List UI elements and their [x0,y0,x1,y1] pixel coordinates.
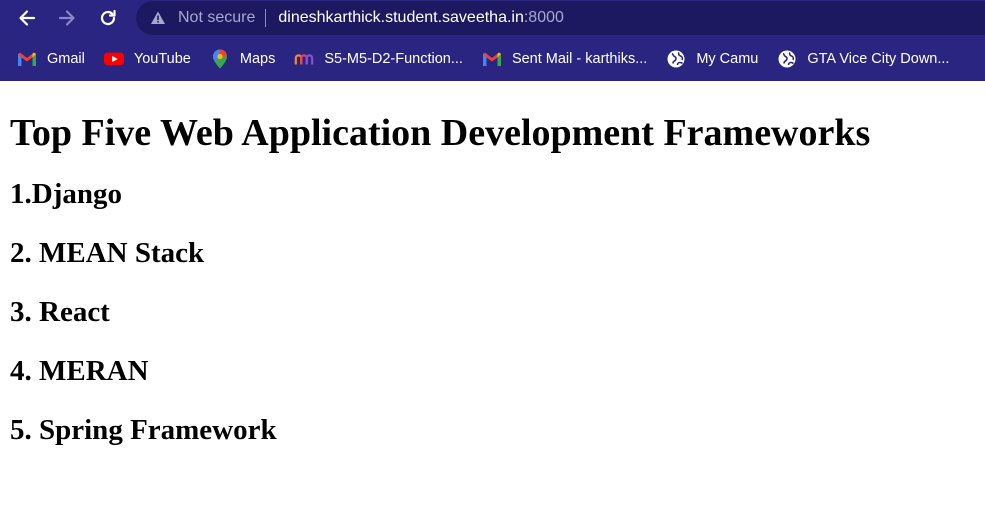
bookmark-s5-m5-d2[interactable]: S5-M5-D2-Function... [294,49,463,69]
arrow-right-icon [58,10,75,26]
bookmark-logo-icon [294,49,314,69]
reload-icon [100,9,116,26]
framework-item-2: 2. MEAN Stack [10,237,205,269]
gmail-icon [17,49,37,69]
bookmark-label: Sent Mail - karthiks... [511,50,648,67]
bookmark-sent-mail[interactable]: Sent Mail - karthiks... [482,49,647,69]
bookmark-label: Maps [239,50,276,67]
page-title: Top Five Web Application Development Fra… [10,112,871,154]
url-text[interactable]: dineshkarthick.student.saveetha.in:8000 [278,9,564,27]
globe-icon [777,49,797,69]
globe-icon [666,49,686,69]
bookmark-label: Gmail [47,50,85,67]
maps-pin-icon [210,49,230,69]
address-divider [265,9,267,27]
reload-button[interactable] [96,6,120,30]
bookmark-label: S5-M5-D2-Function... [324,50,463,67]
url-host: dineshkarthick.student.saveetha.in [278,9,524,26]
framework-item-5: 5. Spring Framework [10,414,277,446]
warning-triangle-icon [151,11,165,24]
bookmark-my-camu[interactable]: My Camu [666,49,758,69]
url-port: :8000 [523,9,564,26]
back-button[interactable] [15,6,39,30]
gmail-icon [482,49,502,69]
security-label: Not secure [178,9,256,26]
framework-item-1: 1.Django [10,178,122,210]
bookmark-label: GTA Vice City Down... [807,50,950,67]
framework-item-3: 3. React [10,296,110,328]
bookmark-label: My Camu [696,50,759,67]
bookmark-youtube[interactable]: YouTube [103,49,191,69]
bookmark-gta-vice-city[interactable]: GTA Vice City Down... [777,49,949,69]
bookmarks-bar: Gmail YouTube Maps S5-M5-D2-Function... … [0,36,985,81]
forward-button[interactable] [55,6,79,30]
framework-item-4: 4. MERAN [10,355,149,387]
page-content: Top Five Web Application Development Fra… [0,111,985,447]
address-bar[interactable]: Not secure dineshkarthick.student.saveet… [136,1,985,35]
youtube-icon [103,49,124,69]
bookmark-maps[interactable]: Maps [210,49,275,69]
security-indicator[interactable]: Not secure [150,1,255,35]
arrow-left-icon [19,10,36,26]
bookmark-label: YouTube [133,50,191,67]
bookmark-gmail[interactable]: Gmail [17,49,85,69]
browser-chrome: Not secure dineshkarthick.student.saveet… [0,0,985,81]
browser-toolbar: Not secure dineshkarthick.student.saveet… [0,0,985,36]
